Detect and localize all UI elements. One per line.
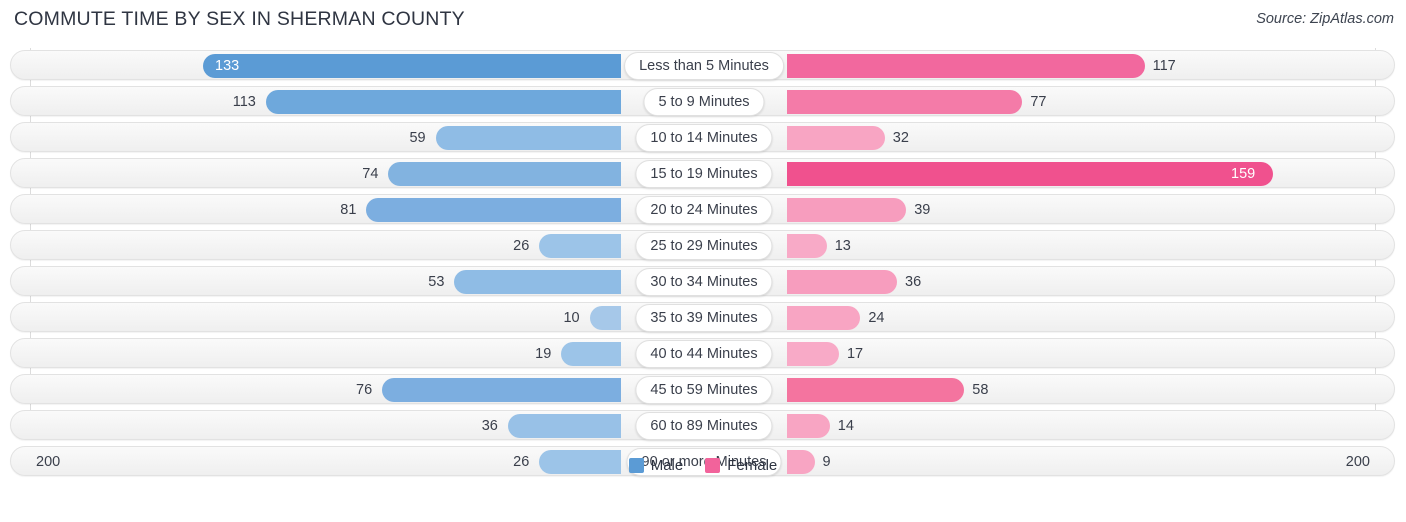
male-value-label: 81 bbox=[340, 202, 357, 218]
legend-item-male[interactable]: Male bbox=[628, 457, 684, 474]
female-value-label: 17 bbox=[846, 346, 864, 362]
female-value-label: 24 bbox=[868, 310, 885, 326]
category-label[interactable]: 15 to 19 Minutes bbox=[635, 160, 773, 188]
male-bar[interactable] bbox=[366, 198, 621, 222]
category-label[interactable]: 40 to 44 Minutes bbox=[635, 340, 773, 368]
male-value-label: 133 bbox=[215, 58, 240, 74]
male-bar[interactable] bbox=[382, 378, 621, 402]
category-label[interactable]: 30 to 34 Minutes bbox=[635, 268, 773, 296]
female-bar[interactable] bbox=[787, 306, 861, 330]
female-value-label: 39 bbox=[914, 202, 931, 218]
table-row[interactable]: 133 117 Less than 5 Minutes bbox=[10, 50, 1395, 80]
source-attribution: Source: ZipAtlas.com bbox=[1256, 11, 1394, 27]
female-bar[interactable] bbox=[787, 234, 827, 258]
category-label[interactable]: 25 to 29 Minutes bbox=[635, 232, 773, 260]
female-bar[interactable] bbox=[787, 198, 907, 222]
plot-area: 133 117 Less than 5 Minutes 113 77 5 to 9 Min… bbox=[0, 48, 1406, 482]
table-row[interactable]: 113 77 5 to 9 Minutes bbox=[10, 86, 1395, 116]
male-bar[interactable] bbox=[539, 234, 621, 258]
male-bar[interactable] bbox=[454, 270, 621, 294]
category-label[interactable]: 45 to 59 Minutes bbox=[635, 376, 773, 404]
female-value-label: 32 bbox=[892, 130, 909, 146]
table-row[interactable]: 76 58 45 to 59 Minutes bbox=[10, 374, 1395, 404]
male-value-label: 36 bbox=[481, 418, 498, 434]
legend-label: Male bbox=[650, 457, 684, 474]
table-row[interactable]: 19 17 40 to 44 Minutes bbox=[10, 338, 1395, 368]
page-title: COMMUTE TIME BY SEX IN SHERMAN COUNTY bbox=[14, 8, 465, 30]
female-bar[interactable] bbox=[787, 162, 1273, 186]
legend: Male Female bbox=[0, 457, 1406, 474]
male-bar[interactable] bbox=[265, 90, 621, 114]
male-bar[interactable] bbox=[203, 54, 621, 78]
legend-item-female[interactable]: Female bbox=[705, 457, 777, 474]
female-value-label: 77 bbox=[1030, 94, 1047, 110]
legend-swatch-icon bbox=[628, 458, 644, 473]
table-row[interactable]: 59 32 10 to 14 Minutes bbox=[10, 122, 1395, 152]
male-bar[interactable] bbox=[507, 414, 621, 438]
table-row[interactable]: 36 14 60 to 89 Minutes bbox=[10, 410, 1395, 440]
female-value-label: 159 bbox=[1231, 166, 1256, 182]
table-row[interactable]: 81 39 20 to 24 Minutes bbox=[10, 194, 1395, 224]
male-bar[interactable] bbox=[388, 162, 621, 186]
category-label[interactable]: 35 to 39 Minutes bbox=[635, 304, 773, 332]
male-value-label: 53 bbox=[428, 274, 445, 290]
female-bar[interactable] bbox=[787, 342, 839, 366]
table-row[interactable]: 10 24 35 to 39 Minutes bbox=[10, 302, 1395, 332]
table-row[interactable]: 74 159 15 to 19 Minutes bbox=[10, 158, 1395, 188]
female-bar[interactable] bbox=[787, 270, 898, 294]
female-bar[interactable] bbox=[787, 126, 885, 150]
female-bar[interactable] bbox=[787, 378, 965, 402]
category-label[interactable]: Less than 5 Minutes bbox=[624, 52, 784, 80]
male-value-label: 113 bbox=[232, 94, 256, 110]
table-row[interactable]: 26 13 25 to 29 Minutes bbox=[10, 230, 1395, 260]
male-value-label: 74 bbox=[362, 166, 379, 182]
male-value-label: 76 bbox=[356, 382, 373, 398]
male-bar[interactable] bbox=[435, 126, 621, 150]
legend-swatch-icon bbox=[705, 458, 721, 473]
male-value-label: 10 bbox=[563, 310, 580, 326]
female-value-label: 36 bbox=[905, 274, 922, 290]
male-value-label: 26 bbox=[513, 238, 530, 254]
female-bar[interactable] bbox=[787, 414, 830, 438]
female-bar[interactable] bbox=[787, 54, 1145, 78]
legend-label: Female bbox=[727, 457, 778, 474]
chart-container: COMMUTE TIME BY SEX IN SHERMAN COUNTY So… bbox=[0, 0, 1406, 522]
category-label[interactable]: 5 to 9 Minutes bbox=[643, 88, 765, 116]
category-label[interactable]: 10 to 14 Minutes bbox=[635, 124, 773, 152]
female-value-label: 14 bbox=[837, 418, 854, 434]
category-label[interactable]: 20 to 24 Minutes bbox=[635, 196, 773, 224]
female-bar[interactable] bbox=[787, 90, 1023, 114]
female-value-label: 58 bbox=[972, 382, 989, 398]
category-label[interactable]: 60 to 89 Minutes bbox=[635, 412, 773, 440]
male-bar[interactable] bbox=[589, 306, 621, 330]
female-value-label: 117 bbox=[1152, 58, 1176, 74]
female-value-label: 13 bbox=[834, 238, 851, 254]
table-row[interactable]: 53 36 30 to 34 Minutes bbox=[10, 266, 1395, 296]
male-value-label: 59 bbox=[409, 130, 426, 146]
male-value-label: 19 bbox=[535, 346, 552, 362]
male-bar[interactable] bbox=[561, 342, 621, 366]
